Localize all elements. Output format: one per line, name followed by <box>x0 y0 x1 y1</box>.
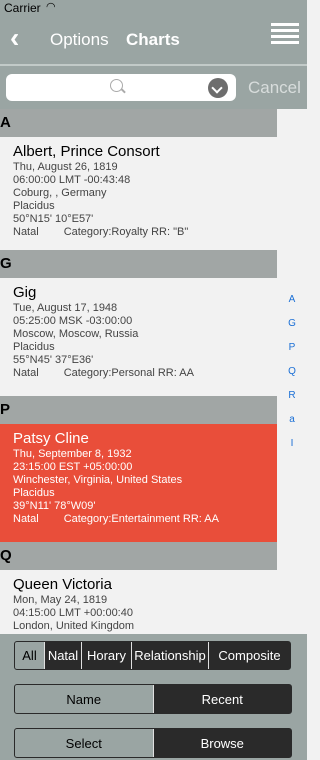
search-input[interactable] <box>6 74 236 101</box>
chart-place: London, United Kingdom <box>13 620 135 632</box>
chart-date: Thu, September 8, 1932 <box>13 448 132 460</box>
back-chevron-icon[interactable]: ‹ <box>10 24 19 52</box>
chart-house: Placidus <box>13 200 55 212</box>
list-item[interactable]: Patsy Cline Thu, September 8, 1932 23:15:0… <box>0 424 277 542</box>
chart-date: Mon, May 24, 1819 <box>13 594 108 606</box>
filter-segmented-control[interactable]: All Natal Horary Relationship Composite <box>14 641 291 670</box>
chart-place: Winchester, Virginia, United States <box>13 474 183 486</box>
list-item[interactable]: Albert, Prince Consort Thu, August 26, 18… <box>0 137 277 250</box>
back-button[interactable]: Options <box>50 30 109 50</box>
chart-meta: Natal Category:Personal RR: AA <box>13 367 264 380</box>
section-header: Q <box>0 542 277 570</box>
section-header: A <box>0 109 277 137</box>
chart-name: Queen Victoria <box>13 576 112 593</box>
chart-name: Gig <box>13 284 37 301</box>
index-letter[interactable]: G <box>277 312 307 336</box>
chart-time: 04:15:00 LMT +00:00:40 <box>13 607 133 619</box>
chart-place: Coburg, , Germany <box>13 187 107 199</box>
search-bar: Cancel <box>0 64 307 109</box>
chart-category: Category:Entertainment RR: AA <box>63 513 219 525</box>
chart-house: Placidus <box>13 341 55 353</box>
section-index[interactable]: AGPQRaI <box>277 137 307 634</box>
chart-time: 05:25:00 MSK -03:00:00 <box>13 315 133 327</box>
chart-name: Patsy Cline <box>13 430 89 447</box>
segment-name[interactable]: Name <box>15 685 154 713</box>
chart-coords: 39°N11' 78°W09' <box>13 500 96 512</box>
status-bar: Carrier ◠ <box>0 0 307 16</box>
search-icon <box>110 79 123 92</box>
list-item[interactable]: Queen Victoria Mon, May 24, 1819 04:15:00 … <box>0 570 277 634</box>
index-letter[interactable]: a <box>277 408 307 432</box>
segment-recent[interactable]: Recent <box>154 685 292 713</box>
chart-category: Category:Royalty RR: "B" <box>63 226 189 238</box>
bottom-toolbar: All Natal Horary Relationship Composite Name… <box>0 634 307 760</box>
chart-time: 23:15:00 EST +05:00:00 <box>13 461 133 473</box>
index-spacer <box>277 137 307 288</box>
chart-time: 06:00:00 LMT -00:43:48 <box>13 174 131 186</box>
index-letter[interactable]: R <box>277 384 307 408</box>
index-letter[interactable]: P <box>277 336 307 360</box>
segment-relationship[interactable]: Relationship <box>132 642 209 669</box>
chart-name: Albert, Prince Consort <box>13 143 160 160</box>
carrier-label: Carrier <box>4 1 41 15</box>
segment-composite[interactable]: Composite <box>209 642 290 669</box>
list-menu-icon[interactable] <box>271 23 299 47</box>
chart-type: Natal <box>13 513 39 525</box>
sort-segmented-control[interactable]: Name Recent <box>14 684 292 714</box>
chart-meta: Natal Category:Entertainment RR: AA <box>13 513 264 526</box>
chart-list[interactable]: A Albert, Prince Consort Thu, August 26, 1… <box>0 109 277 634</box>
list-item[interactable]: Gig Tue, August 17, 1948 05:25:00 MSK -03:… <box>0 278 277 396</box>
navigation-bar: ‹ Options Charts <box>0 16 307 64</box>
section-header: P <box>0 396 277 424</box>
index-letter[interactable]: Q <box>277 360 307 384</box>
chart-coords: 50°N15' 10°E57' <box>13 213 94 225</box>
segment-browse[interactable]: Browse <box>154 729 292 757</box>
section-header: G <box>0 250 277 278</box>
cancel-button[interactable]: Cancel <box>248 78 301 98</box>
chart-house: Placidus <box>13 487 55 499</box>
chart-type: Natal <box>13 226 39 238</box>
index-letter[interactable]: I <box>277 432 307 456</box>
segment-all[interactable]: All <box>15 642 45 669</box>
segment-select[interactable]: Select <box>15 729 154 757</box>
segment-horary[interactable]: Horary <box>82 642 132 669</box>
segment-natal[interactable]: Natal <box>45 642 82 669</box>
page-title: Charts <box>126 30 180 49</box>
chart-date: Tue, August 17, 1948 <box>13 302 118 314</box>
chevron-down-icon[interactable] <box>208 78 228 98</box>
mode-segmented-control[interactable]: Select Browse <box>14 728 292 758</box>
chart-coords: 55°N45' 37°E36' <box>13 354 94 366</box>
chart-date: Thu, August 26, 1819 <box>13 161 118 173</box>
wifi-icon: ◠ <box>46 1 56 13</box>
chart-category: Category:Personal RR: AA <box>63 367 194 379</box>
chart-place: Moscow, Moscow, Russia <box>13 328 139 340</box>
chart-meta: Natal Category:Royalty RR: "B" <box>13 226 264 239</box>
index-letter[interactable]: A <box>277 288 307 312</box>
chart-type: Natal <box>13 367 39 379</box>
